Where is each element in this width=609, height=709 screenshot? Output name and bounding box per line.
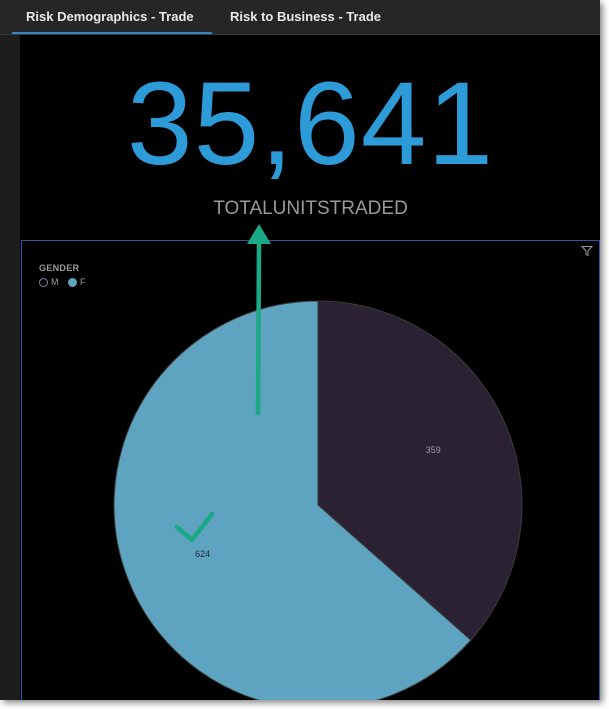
left-rail [0,35,20,700]
kpi-value: 35,641 [127,58,494,190]
tab-risk-demographics[interactable]: Risk Demographics - Trade Co. [12,0,212,58]
kpi-label: TOTALUNITSTRADED [213,198,408,219]
pie-label-m: 359 [426,445,441,455]
pie-label-f: 624 [195,549,210,559]
tab-risk-to-business[interactable]: Risk to Business - Trade Co. [216,0,416,58]
tab-bar: Risk Demographics - Trade Co. Risk to Bu… [0,0,600,58]
kpi-panel[interactable]: 35,641 TOTALUNITSTRADED [21,35,600,240]
dashboard-window: Risk Demographics - Trade Co. Risk to Bu… [0,0,600,700]
pie-chart: 359 624 [113,300,523,700]
gender-pie-panel[interactable]: GENDER M F 359 624 [21,240,600,700]
